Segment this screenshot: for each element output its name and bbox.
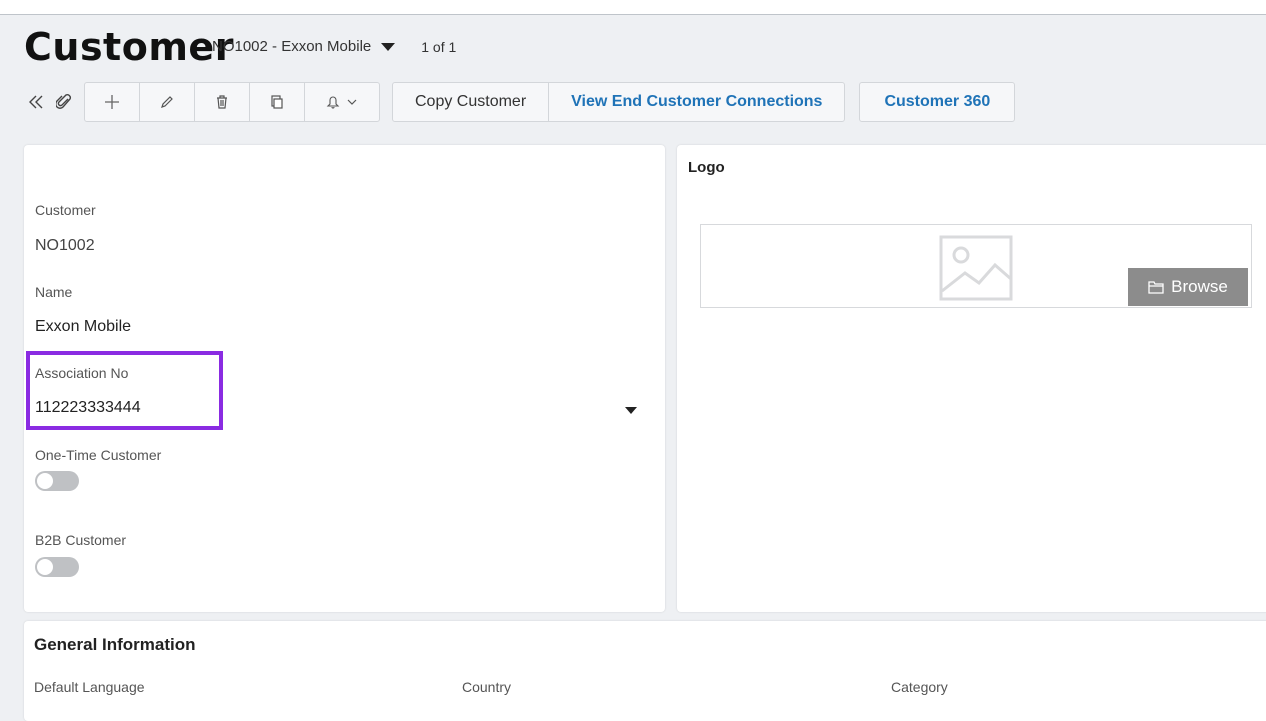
association-highlight [26, 351, 223, 430]
pencil-icon[interactable] [140, 83, 195, 121]
logo-title: Logo [688, 159, 725, 176]
association-dropdown-icon[interactable] [625, 407, 637, 414]
toolbar: Copy Customer View End Customer Connecti… [22, 82, 1016, 122]
record-count: 1 of 1 [421, 38, 457, 55]
command-group: Copy Customer View End Customer Connecti… [392, 82, 846, 122]
folder-icon [1148, 281, 1164, 294]
record-actions [84, 82, 380, 122]
copy-customer-button[interactable]: Copy Customer [393, 83, 550, 121]
name-label: Name [35, 284, 73, 300]
general-information-title: General Information [34, 635, 196, 654]
customer-label: Customer [35, 202, 96, 218]
b2b-customer-label: B2B Customer [35, 532, 127, 548]
b2b-customer-toggle[interactable] [35, 557, 79, 577]
window-top-bar [0, 0, 1266, 15]
customer-value: NO1002 [35, 237, 95, 254]
page-header: Customer NO1002 - Exxon Mobile 1 of 1 Co… [0, 15, 1266, 135]
image-placeholder-icon [939, 235, 1013, 306]
one-time-customer-label: One-Time Customer [35, 447, 162, 463]
toggle-knob [37, 473, 53, 489]
customer-card: Customer NO1002 Name Exxon Mobile Associ… [24, 145, 665, 612]
customer-360-button[interactable]: Customer 360 [859, 82, 1016, 122]
bell-icon[interactable] [305, 83, 379, 121]
category-label: Category [891, 679, 948, 695]
page-title: Customer [24, 25, 234, 69]
browse-label: Browse [1171, 277, 1228, 296]
record-selector[interactable]: NO1002 - Exxon Mobile 1 of 1 [212, 38, 456, 55]
record-dropdown-icon[interactable] [381, 42, 396, 51]
browse-button[interactable]: Browse [1128, 268, 1248, 306]
logo-card: Logo Browse [677, 145, 1266, 612]
view-end-customer-connections-button[interactable]: View End Customer Connections [549, 83, 844, 121]
association-field[interactable]: 112223333444 [35, 399, 141, 417]
paperclip-icon[interactable] [50, 83, 78, 121]
plus-icon[interactable] [85, 83, 140, 121]
default-language-label: Default Language [34, 679, 145, 695]
general-information-card: General Information Default Language Cou… [24, 621, 1266, 721]
collapse-icon[interactable] [22, 83, 50, 121]
country-label: Country [462, 679, 512, 695]
association-label: Association No [35, 365, 129, 381]
record-label: NO1002 - Exxon Mobile [212, 38, 372, 55]
logo-dropzone[interactable]: Browse [700, 224, 1252, 308]
trash-icon[interactable] [195, 83, 250, 121]
one-time-customer-toggle[interactable] [35, 471, 79, 491]
toggle-knob [37, 559, 53, 575]
copy-icon[interactable] [250, 83, 305, 121]
name-value: Exxon Mobile [35, 318, 132, 335]
